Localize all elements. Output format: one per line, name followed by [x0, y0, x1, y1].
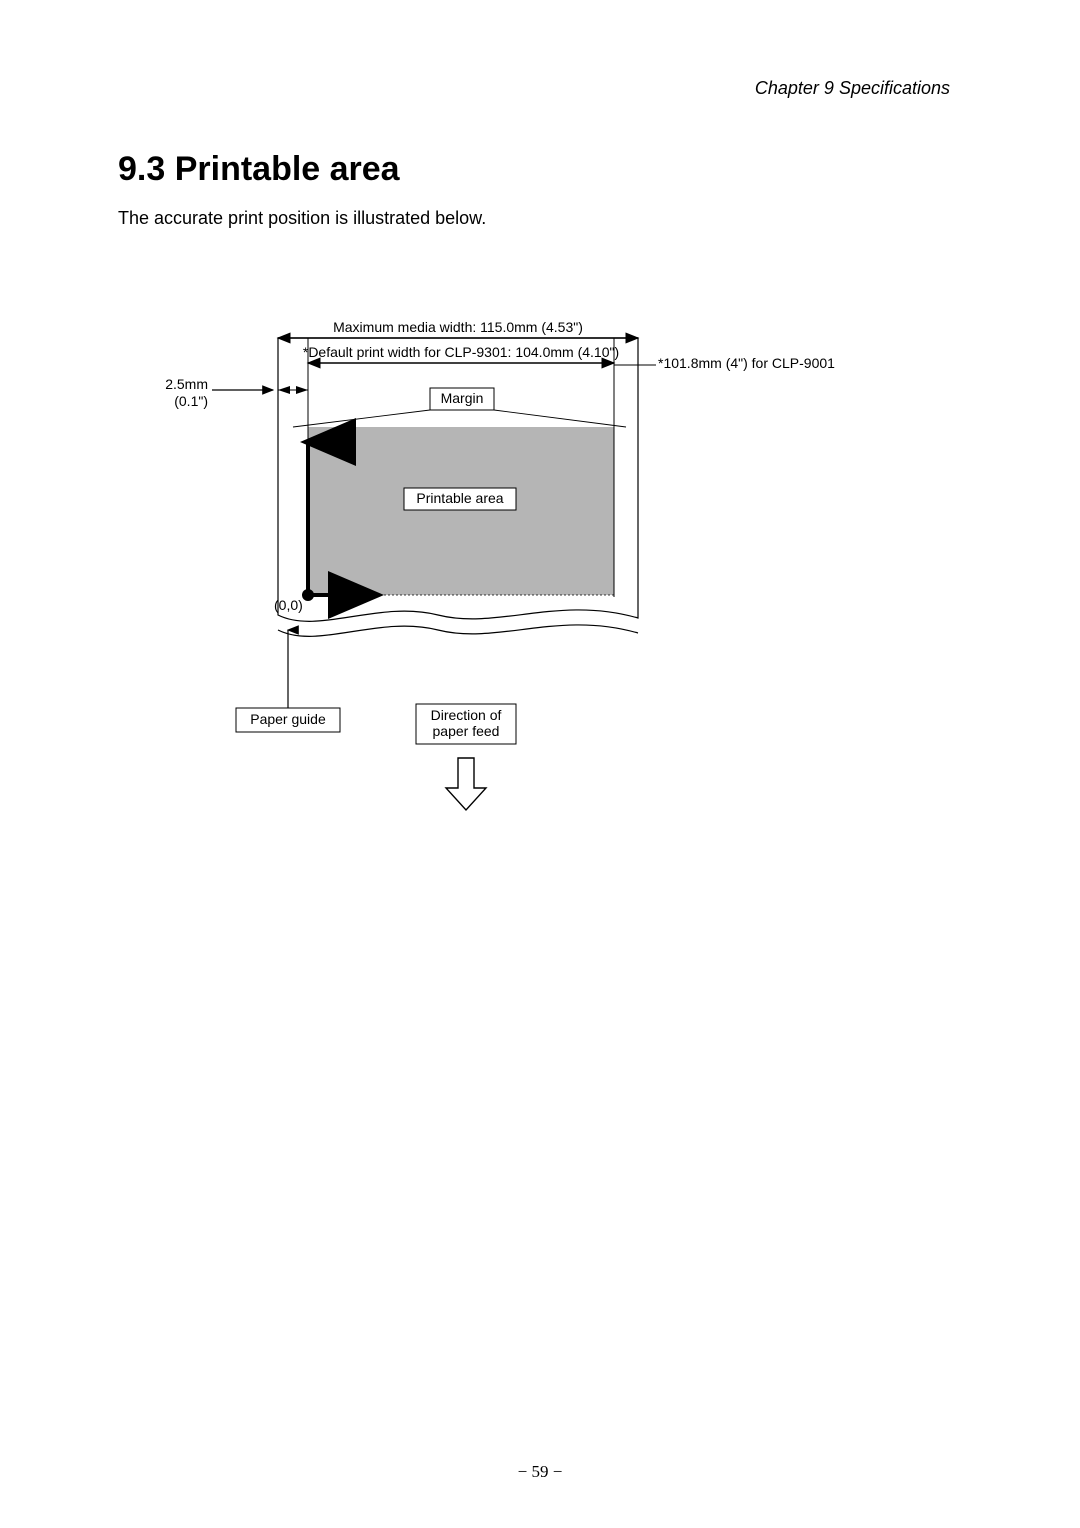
intro-text: The accurate print position is illustrat…	[118, 208, 486, 229]
page-number: − 59 −	[0, 1462, 1080, 1482]
media-bottom-wave	[278, 625, 638, 636]
max-media-width-label: Maximum media width: 115.0mm (4.53")	[333, 319, 583, 335]
margin-label: Margin	[441, 390, 484, 406]
direction-line2: paper feed	[433, 723, 500, 739]
page-header: Chapter 9 Specifications	[755, 78, 950, 99]
default-print-width-label: *Default print width for CLP-9301: 104.0…	[303, 344, 619, 360]
left-margin-line1: 2.5mm	[165, 376, 208, 392]
section-title: 9.3 Printable area	[118, 150, 400, 189]
note-9001: *101.8mm (4") for CLP-9001	[658, 355, 835, 371]
printable-area-rect	[308, 427, 614, 595]
diagram-svg: Maximum media width: 115.0mm (4.53") *De…	[118, 310, 962, 870]
paper-guide-label: Paper guide	[250, 711, 326, 727]
feed-direction-arrow-icon	[446, 758, 486, 810]
left-margin-line2: (0.1")	[174, 393, 208, 409]
direction-line1: Direction of	[431, 707, 502, 723]
printable-area-label: Printable area	[416, 490, 503, 506]
origin-label: (0,0)	[274, 597, 303, 613]
printable-area-diagram: Maximum media width: 115.0mm (4.53") *De…	[118, 310, 962, 870]
